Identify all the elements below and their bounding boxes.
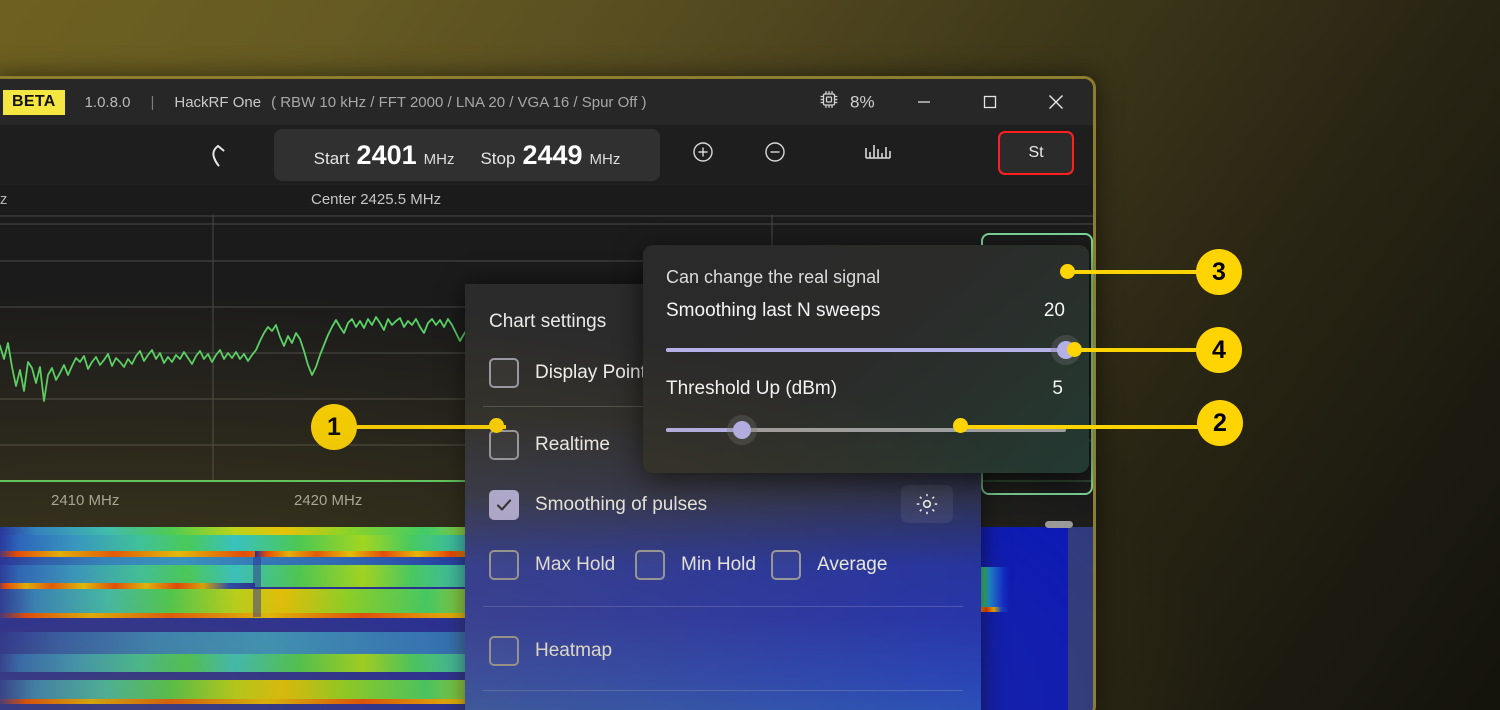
average-label: Average bbox=[817, 554, 888, 575]
min-hold-label: Min Hold bbox=[681, 554, 756, 575]
application-window: BETA 1.0.8.0 | HackRF One ( RBW 10 kHz /… bbox=[0, 76, 1096, 710]
setting-average[interactable]: Average bbox=[771, 550, 887, 580]
start-label: Start bbox=[313, 148, 350, 168]
callout-dot-4 bbox=[1067, 342, 1082, 357]
y-axis-unit-label: Hz bbox=[0, 191, 8, 208]
cpu-usage-indicator: 8% bbox=[817, 88, 875, 117]
setting-max-hold[interactable]: Max Hold bbox=[489, 550, 615, 580]
smoothing-of-pulses-checkbox[interactable] bbox=[489, 490, 519, 520]
realtime-checkbox[interactable] bbox=[489, 430, 519, 460]
heatmap-label: Heatmap bbox=[535, 640, 613, 661]
setting-heatmap[interactable]: Heatmap bbox=[489, 636, 612, 666]
stop-frequency-group[interactable]: Stop 2449 MHz bbox=[480, 140, 620, 171]
popup-hint-text: Can change the real signal bbox=[666, 267, 881, 287]
setting-min-hold[interactable]: Min Hold bbox=[635, 550, 756, 580]
divider-2 bbox=[483, 606, 963, 607]
divider-3 bbox=[483, 690, 963, 691]
callout-line-3 bbox=[1066, 270, 1201, 274]
start-value[interactable]: 2401 bbox=[357, 140, 417, 171]
average-checkbox[interactable] bbox=[771, 550, 801, 580]
trace-chart-icon[interactable] bbox=[863, 139, 893, 170]
callout-line-1 bbox=[334, 425, 506, 429]
title-separator: | bbox=[150, 93, 155, 111]
smoothing-sweeps-fill bbox=[666, 348, 1066, 352]
display-point-checkbox[interactable] bbox=[489, 358, 519, 388]
smoothing-sweeps-slider[interactable] bbox=[666, 341, 1075, 359]
zoom-in-icon[interactable] bbox=[690, 139, 716, 170]
threshold-up-fill bbox=[666, 428, 742, 432]
display-point-label: Display Point bbox=[535, 362, 646, 383]
cpu-percent-label: 8% bbox=[850, 92, 875, 111]
threshold-up-thumb[interactable] bbox=[733, 421, 751, 439]
callout-dot-2 bbox=[953, 418, 968, 433]
device-params-label: ( RBW 10 kHz / FFT 2000 / LNA 20 / VGA 1… bbox=[271, 93, 647, 111]
max-hold-checkbox[interactable] bbox=[489, 550, 519, 580]
min-hold-checkbox[interactable] bbox=[635, 550, 665, 580]
setting-display-point[interactable]: Display Point bbox=[489, 358, 646, 388]
callout-badge-3: 3 bbox=[1196, 249, 1242, 295]
close-button[interactable] bbox=[1033, 79, 1079, 125]
callout-badge-2: 2 bbox=[1197, 400, 1243, 446]
threshold-up-slider[interactable] bbox=[666, 421, 1066, 439]
undo-arrow-icon[interactable] bbox=[207, 141, 239, 178]
frequency-range-box[interactable]: Start 2401 MHz Stop 2449 MHz bbox=[274, 129, 660, 181]
device-name-label: HackRF One bbox=[174, 93, 262, 111]
realtime-label: Realtime bbox=[535, 434, 610, 455]
title-bar: BETA 1.0.8.0 | HackRF One ( RBW 10 kHz /… bbox=[0, 79, 1093, 125]
stop-button[interactable]: St bbox=[998, 131, 1074, 175]
start-frequency-group[interactable]: Start 2401 MHz bbox=[314, 140, 455, 171]
threshold-up-value: 5 bbox=[1052, 378, 1063, 399]
smoothing-settings-popup: Can change the real signal Smoothing las… bbox=[643, 245, 1089, 473]
cpu-chip-icon bbox=[817, 88, 841, 117]
toolbar: Start 2401 MHz Stop 2449 MHz St bbox=[0, 125, 1093, 185]
callout-dot-1 bbox=[489, 418, 504, 433]
smoothing-sweeps-value: 20 bbox=[1043, 300, 1065, 321]
heatmap-checkbox[interactable] bbox=[489, 636, 519, 666]
desktop-background: BETA 1.0.8.0 | HackRF One ( RBW 10 kHz /… bbox=[0, 0, 1500, 710]
smoothing-sweeps-label: Smoothing last N sweeps bbox=[666, 300, 881, 321]
threshold-up-label: Threshold Up (dBm) bbox=[666, 378, 838, 399]
stop-unit: MHz bbox=[589, 150, 621, 168]
center-frequency-label: Center 2425.5 MHz bbox=[311, 191, 442, 208]
zoom-out-icon[interactable] bbox=[762, 139, 788, 170]
start-unit: MHz bbox=[423, 150, 455, 168]
setting-realtime[interactable]: Realtime bbox=[489, 430, 610, 460]
smoothing-of-pulses-label: Smoothing of pulses bbox=[535, 494, 708, 515]
callout-line-2 bbox=[958, 425, 1201, 429]
callout-badge-4: 4 bbox=[1196, 327, 1242, 373]
waterfall-right-margin bbox=[1068, 527, 1093, 710]
chart-settings-title: Chart settings bbox=[489, 311, 607, 332]
minimize-button[interactable] bbox=[901, 79, 947, 125]
gear-icon[interactable] bbox=[901, 485, 953, 523]
callout-badge-1: 1 bbox=[311, 404, 357, 450]
maximize-button[interactable] bbox=[967, 79, 1013, 125]
callout-dot-3 bbox=[1060, 264, 1075, 279]
stop-label: Stop bbox=[480, 148, 516, 168]
x-tick-label-2: 2420 MHz bbox=[294, 492, 363, 509]
stop-value[interactable]: 2449 bbox=[522, 140, 582, 171]
setting-smoothing-of-pulses[interactable]: Smoothing of pulses bbox=[489, 490, 707, 520]
waterfall-scrollbar[interactable] bbox=[1045, 521, 1073, 528]
version-label: 1.0.8.0 bbox=[84, 93, 131, 111]
x-tick-label-1: 2410 MHz bbox=[51, 492, 120, 509]
max-hold-label: Max Hold bbox=[535, 554, 616, 575]
beta-badge: BETA bbox=[3, 89, 65, 115]
callout-line-4 bbox=[1074, 348, 1201, 352]
